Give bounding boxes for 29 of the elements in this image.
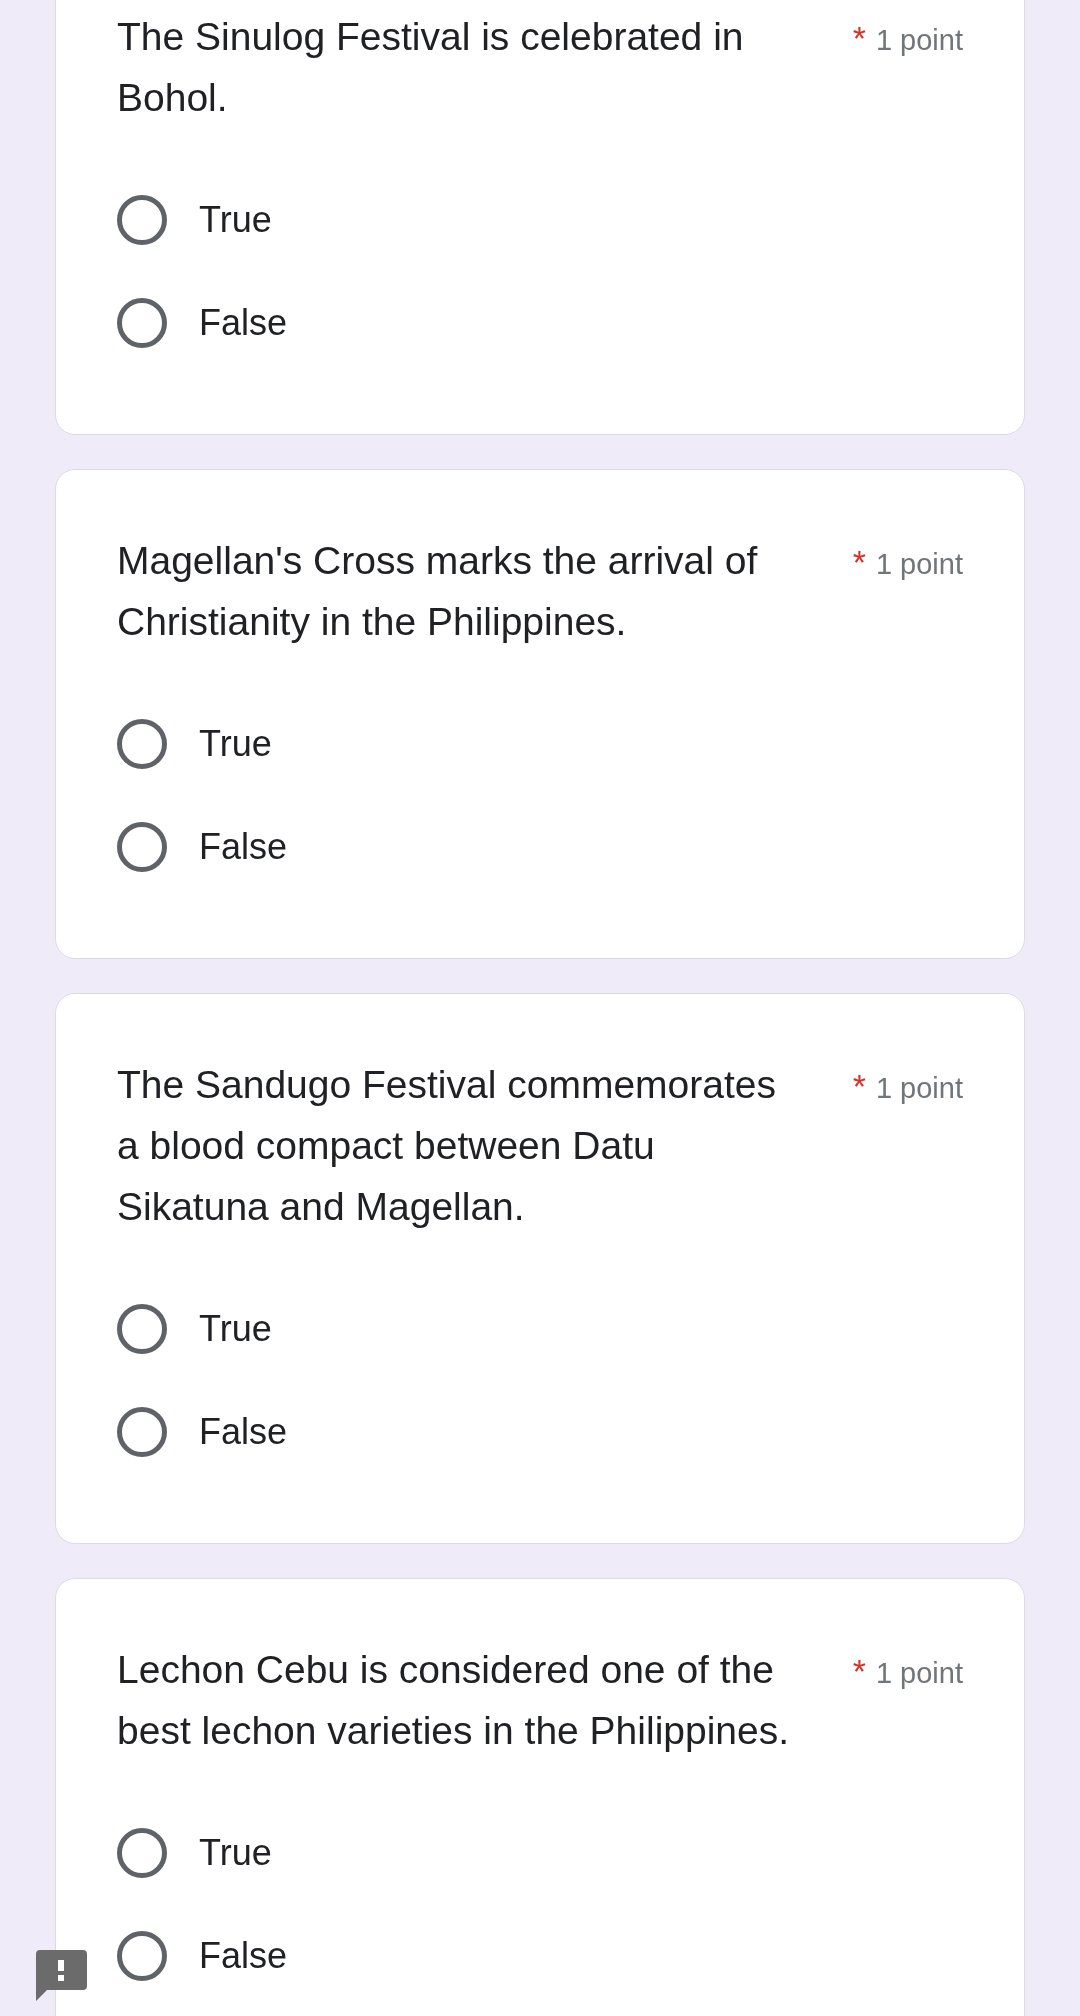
radio-button[interactable] [117,718,167,769]
points-label: 1 point [875,1071,963,1106]
option-label: False [199,1933,288,1978]
radio-button[interactable] [117,1406,167,1457]
radio-button[interactable] [117,1930,167,1981]
radio-button[interactable] [117,1303,167,1354]
points-label: 1 point [875,23,963,58]
radio-button[interactable] [117,821,167,872]
required-asterisk: * [852,18,866,59]
option-label: False [199,300,288,345]
required-asterisk: * [852,1066,866,1107]
question-text: Magellan's Cross marks the arrival of Christianity in the Philippines. [117,538,759,645]
option-label: True [199,197,272,242]
question-text: Lechon Cebu is considered one of the best lechon varieties in the Philippines. [117,1647,791,1754]
option-label: False [199,1409,288,1454]
question-text: The Sinulog Festival is celebrated in Bohol. [117,14,745,121]
radio-button[interactable] [117,297,167,348]
points-label: 1 point [875,1656,963,1691]
points-label: 1 point [875,547,963,582]
option-label: True [199,721,272,766]
question-text: The Sandugo Festival commemorates a blood compact between Datu Sikatuna and Magellan. [117,1062,777,1230]
option-label: False [199,824,288,869]
required-asterisk: * [852,1651,866,1692]
radio-button[interactable] [117,1827,167,1878]
option-label: True [199,1306,272,1351]
radio-button[interactable] [117,194,167,245]
option-label: True [199,1830,272,1875]
feedback-icon[interactable] [36,1950,87,2001]
required-asterisk: * [852,542,866,583]
